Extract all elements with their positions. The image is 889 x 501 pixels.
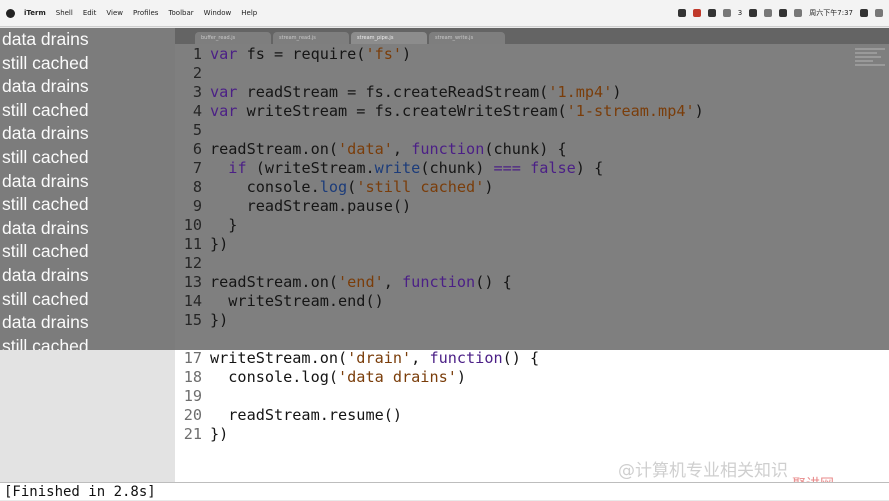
menu-view[interactable]: View <box>106 9 123 17</box>
wifi-icon[interactable] <box>779 9 788 17</box>
editor-tab-bar: buffer_read.js stream_read.js stream_pip… <box>175 28 889 44</box>
menu-help[interactable]: Help <box>241 9 257 17</box>
terminal-line: still cached <box>2 99 89 120</box>
battery-count: 3 <box>737 9 743 17</box>
record-icon[interactable] <box>692 9 701 17</box>
apple-menu-icon[interactable] <box>6 8 15 18</box>
build-status-text: [Finished in 2.8s] <box>4 484 156 500</box>
code-line: 20 readStream.resume() <box>183 406 403 424</box>
camera-icon[interactable] <box>722 9 731 17</box>
menu-bar: iTerm Shell Edit View Profiles Toolbar W… <box>0 0 889 27</box>
search-icon[interactable] <box>860 9 868 17</box>
minimap[interactable] <box>855 48 885 70</box>
menu-edit[interactable]: Edit <box>83 9 97 17</box>
terminal-line: still cached <box>2 241 89 262</box>
code-line: 7 if (writeStream.write(chunk) === false… <box>192 159 604 177</box>
app-status-icon[interactable] <box>677 9 686 17</box>
menu-shell[interactable]: Shell <box>56 9 73 17</box>
terminal-line: still cached <box>2 52 89 73</box>
terminal-line: data drains <box>2 264 89 285</box>
terminal-line: data drains <box>2 312 89 333</box>
code-line: 17 writeStream.on('drain', function() { <box>183 349 540 367</box>
code-line: 1 var fs = require('fs') <box>192 45 412 63</box>
code-line: 13 readStream.on('end', function() { <box>183 273 512 291</box>
menu-clock[interactable]: 周六下午7:37 <box>809 8 853 18</box>
input-source-icon[interactable] <box>794 9 803 17</box>
terminal-line: still cached <box>2 288 89 309</box>
volume-icon[interactable] <box>764 9 773 17</box>
terminal-line: data drains <box>2 170 89 191</box>
code-line: 21}) <box>183 425 229 443</box>
code-line: 2 <box>192 64 202 82</box>
build-output-bar: [Finished in 2.8s] <box>0 482 889 500</box>
tab-file[interactable]: buffer_read.js <box>195 32 271 44</box>
terminal-line: still cached <box>2 335 89 350</box>
bluetooth-icon[interactable] <box>749 9 758 17</box>
code-line: 8 console.log('still cached') <box>192 178 494 196</box>
terminal-line: still cached <box>2 194 89 215</box>
code-line: 12 <box>183 254 202 272</box>
code-line: 3 var readStream = fs.createReadStream('1… <box>192 83 622 101</box>
terminal-line: data drains <box>2 76 89 97</box>
code-line: 6 readStream.on('data', function(chunk) { <box>192 140 567 158</box>
status-area: 3 周六下午7:37 <box>677 8 883 18</box>
sidebar-panel <box>0 350 176 482</box>
code-line: 18 console.log('data drains') <box>183 368 467 386</box>
code-line: 15}) <box>183 311 229 329</box>
menu-window[interactable]: Window <box>204 9 232 17</box>
terminal-line: still cached <box>2 146 89 167</box>
tab-file-active[interactable]: stream_pipe.js <box>351 32 427 44</box>
notification-icon[interactable] <box>875 9 883 17</box>
code-line: 19 <box>183 387 202 405</box>
watermark-text: @计算机专业相关知识 <box>618 461 788 481</box>
code-line: 9 readStream.pause() <box>192 197 412 215</box>
code-line: 14 writeStream.end() <box>183 292 384 310</box>
code-line: 4 var writeStream = fs.createWriteStream(… <box>192 102 704 120</box>
terminal-line: data drains <box>2 217 89 238</box>
menu-toolbar[interactable]: Toolbar <box>168 9 193 17</box>
code-line: 10 } <box>183 216 238 234</box>
cloud-icon[interactable] <box>707 9 716 17</box>
tab-file[interactable]: stream_write.js <box>429 32 505 44</box>
tab-file[interactable]: stream_read.js <box>273 32 349 44</box>
terminal-line: data drains <box>2 29 89 49</box>
terminal-output[interactable]: data drains still cached data drains sti… <box>0 28 175 350</box>
menu-profiles[interactable]: Profiles <box>133 9 158 17</box>
code-line: 11}) <box>183 235 229 253</box>
terminal-line: data drains <box>2 123 89 144</box>
menu-app[interactable]: iTerm <box>24 9 46 17</box>
code-line: 5 <box>192 121 202 139</box>
